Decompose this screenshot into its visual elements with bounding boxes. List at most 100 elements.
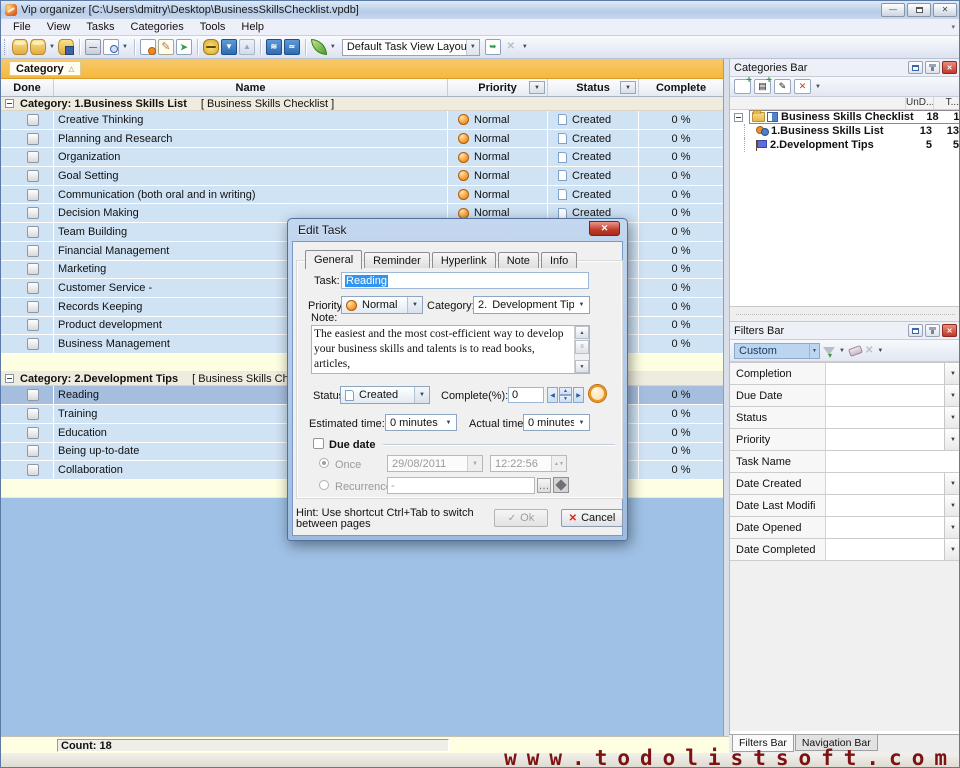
panel-separator[interactable] xyxy=(730,306,960,322)
done-checkbox[interactable] xyxy=(27,114,39,126)
filter-dropdown-button[interactable]: ▼ xyxy=(944,429,960,450)
task-priority-cell[interactable]: Normal xyxy=(448,167,548,185)
column-done[interactable]: Done xyxy=(1,79,54,96)
table-row[interactable]: Organization Normal Created 0 % xyxy=(1,148,723,167)
actual-dropdown-icon[interactable]: ▼ xyxy=(574,415,589,430)
category-combo-dropdown-icon[interactable]: ▼ xyxy=(574,297,589,313)
recurrence-input[interactable]: - xyxy=(387,477,535,494)
task-complete-cell[interactable]: 0 % xyxy=(639,386,723,404)
filter-row[interactable]: Completion ▼ xyxy=(730,363,960,385)
task-complete-cell[interactable]: 0 % xyxy=(639,424,723,442)
print-dropdown-icon[interactable]: ▼ xyxy=(122,44,128,50)
scroll-thumb[interactable]: ≡ xyxy=(575,340,589,354)
column-undone[interactable]: UnD... xyxy=(905,97,933,109)
filter-preset-combo[interactable]: Custom ▼ xyxy=(734,343,820,359)
task-complete-cell[interactable]: 0 % xyxy=(639,405,723,423)
priority-combo[interactable]: Normal ▼ xyxy=(341,296,423,314)
pin-panel-button[interactable] xyxy=(925,324,940,337)
task-input[interactable]: Reading xyxy=(341,272,589,289)
note-textarea[interactable]: The easiest and the most cost-efficient … xyxy=(311,325,590,374)
task-complete-cell[interactable]: 0 % xyxy=(639,335,723,353)
done-checkbox[interactable] xyxy=(27,245,39,257)
filter-value-cell[interactable] xyxy=(826,473,944,494)
open-database-icon[interactable] xyxy=(30,39,46,55)
filter-value-cell[interactable] xyxy=(826,407,944,428)
filter-row[interactable]: Task Name xyxy=(730,451,960,473)
apply-layout-icon[interactable]: ➥ xyxy=(485,39,501,55)
task-complete-cell[interactable]: 0 % xyxy=(639,111,723,129)
open-database-dropdown-icon[interactable]: ▼ xyxy=(49,44,55,50)
tab-hyperlink[interactable]: Hyperlink xyxy=(432,252,496,268)
column-name[interactable]: Name xyxy=(54,79,448,96)
filter-row[interactable]: Date Last Modifi ▼ xyxy=(730,495,960,517)
due-date-checkbox[interactable] xyxy=(313,438,324,449)
delete-category-icon[interactable]: ✕ xyxy=(794,79,811,94)
task-complete-cell[interactable]: 0 % xyxy=(639,223,723,241)
menu-tasks[interactable]: Tasks xyxy=(78,20,122,35)
tab-info[interactable]: Info xyxy=(541,252,577,268)
new-database-icon[interactable] xyxy=(12,39,28,55)
done-checkbox[interactable] xyxy=(27,445,39,457)
done-checkbox[interactable] xyxy=(27,189,39,201)
once-radio[interactable] xyxy=(319,458,329,468)
done-checkbox[interactable] xyxy=(27,226,39,238)
leaf-icon[interactable] xyxy=(311,39,327,55)
priority-combo-dropdown-icon[interactable]: ▼ xyxy=(407,297,422,313)
minimize-button[interactable]: — xyxy=(881,3,905,17)
float-panel-button[interactable] xyxy=(908,324,923,337)
layout-dropdown-icon[interactable]: ▼ xyxy=(522,44,528,50)
done-checkbox[interactable] xyxy=(27,408,39,420)
menu-file[interactable]: File xyxy=(5,20,39,35)
task-name-cell[interactable]: Goal Setting xyxy=(54,167,448,185)
duplicate-task-icon[interactable]: ➤ xyxy=(176,39,192,55)
layout-combo-dropdown-icon[interactable]: ▼ xyxy=(466,40,479,55)
filter-dropdown-button[interactable]: ▼ xyxy=(944,517,960,538)
status-combo[interactable]: Created ▼ xyxy=(340,386,430,404)
done-checkbox[interactable] xyxy=(27,133,39,145)
cancel-button[interactable]: ✕ Cancel xyxy=(561,509,623,527)
column-priority[interactable]: Priority ▼ xyxy=(448,79,548,96)
tree-item-checklist[interactable]: Business Skills Checklist 18 18 xyxy=(730,110,960,124)
filter-row[interactable]: Priority ▼ xyxy=(730,429,960,451)
done-checkbox[interactable] xyxy=(27,282,39,294)
move-down-icon[interactable]: ▼ xyxy=(221,39,237,55)
filter-row[interactable]: Status ▼ xyxy=(730,407,960,429)
task-complete-cell[interactable]: 0 % xyxy=(639,261,723,279)
scroll-down-icon[interactable]: ▼ xyxy=(575,360,589,373)
filter-row[interactable]: Due Date ▼ xyxy=(730,385,960,407)
filter-value-cell[interactable] xyxy=(826,363,944,384)
filter-dropdown-button[interactable]: ▼ xyxy=(944,385,960,406)
close-panel-button[interactable]: ✕ xyxy=(942,324,957,337)
collapse-group-icon[interactable] xyxy=(5,374,14,383)
table-row[interactable]: Creative Thinking Normal Created 0 % xyxy=(1,111,723,130)
actual-time-combo[interactable]: 0 minutes ▼ xyxy=(523,414,590,431)
close-panel-button[interactable]: ✕ xyxy=(942,61,957,74)
ok-button[interactable]: ✓ Ok xyxy=(494,509,548,527)
filter-value-cell[interactable] xyxy=(826,517,944,538)
filter-dropdown-button[interactable]: ▼ xyxy=(944,407,960,428)
filter-row[interactable]: Date Opened ▼ xyxy=(730,517,960,539)
collapse-group-icon[interactable] xyxy=(5,99,14,108)
new-task-icon[interactable] xyxy=(140,39,156,55)
categories-more-dropdown-icon[interactable]: ▼ xyxy=(815,84,821,90)
status-combo-dropdown-icon[interactable]: ▼ xyxy=(414,387,429,403)
task-status-cell[interactable]: Created xyxy=(548,167,639,185)
close-button[interactable]: ✕ xyxy=(933,3,957,17)
task-complete-cell[interactable]: 0 % xyxy=(639,204,723,222)
group-by-category-chip[interactable]: Category △ xyxy=(9,61,81,76)
collapse-icon[interactable] xyxy=(734,113,743,122)
column-complete[interactable]: Complete xyxy=(639,79,723,96)
task-name-cell[interactable]: Communication (both oral and in writing) xyxy=(54,186,448,204)
task-complete-cell[interactable]: 0 % xyxy=(639,130,723,148)
collapse-all-icon[interactable]: ≃ xyxy=(284,39,300,55)
leaf-dropdown-icon[interactable]: ▼ xyxy=(330,44,336,50)
apply-filter-icon[interactable] xyxy=(823,347,835,355)
done-checkbox[interactable] xyxy=(27,427,39,439)
once-date-combo[interactable]: 29/08/2011 ▼ xyxy=(387,455,483,472)
menu-tools[interactable]: Tools xyxy=(192,20,234,35)
task-complete-cell[interactable]: 0 % xyxy=(639,317,723,335)
status-filter-button[interactable]: ▼ xyxy=(620,81,636,94)
dialog-close-button[interactable]: ✕ xyxy=(589,221,620,236)
apply-filter-dropdown-icon[interactable]: ▼ xyxy=(839,348,845,354)
table-row[interactable]: Goal Setting Normal Created 0 % xyxy=(1,167,723,186)
